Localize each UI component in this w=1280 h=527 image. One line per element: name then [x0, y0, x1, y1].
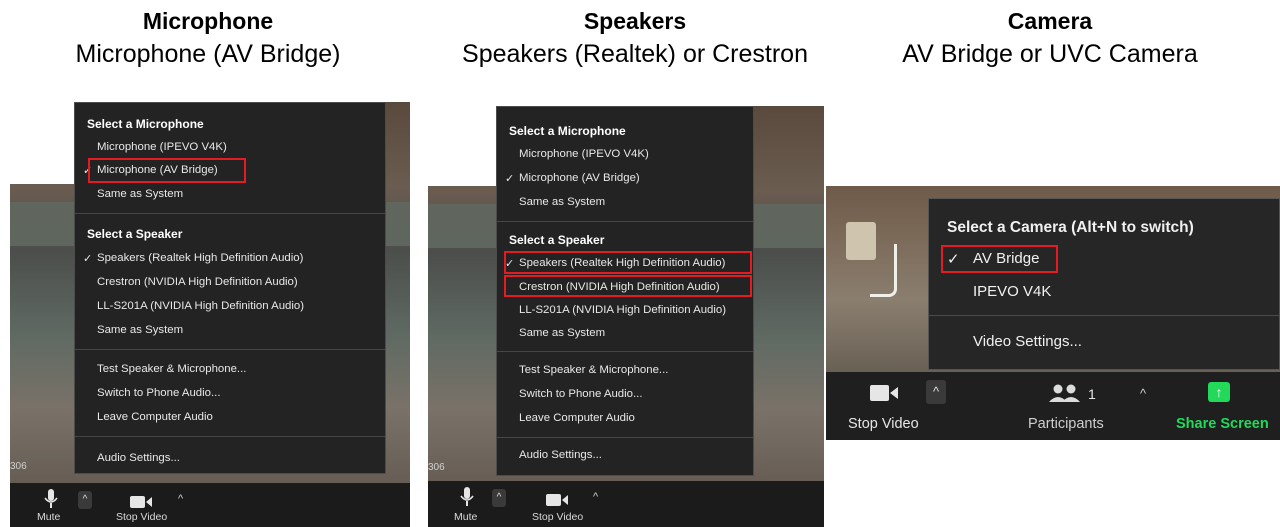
room-number: 306	[10, 461, 27, 472]
toolbar: ^ ^ Mute Stop Video	[428, 481, 824, 527]
speaker-item-llsr201a[interactable]: LL-S201A (NVIDIA High Definition Audio)	[97, 300, 304, 312]
column-subtitle: AV Bridge or UVC Camera	[902, 40, 1198, 68]
audio-settings[interactable]: Audio Settings...	[519, 449, 602, 461]
camera-toolbar: ^ Stop Video 1 ^ Participants ↑ Share Sc…	[826, 372, 1280, 440]
share-screen-icon[interactable]: ↑	[1208, 382, 1230, 402]
video-settings[interactable]: Video Settings...	[973, 333, 1082, 350]
video-caret-button[interactable]: ^	[593, 491, 598, 503]
test-speaker-mic[interactable]: Test Speaker & Microphone...	[97, 363, 246, 375]
toolbar: ^ ^ Mute Stop Video	[10, 483, 410, 527]
stop-video-label: Stop Video	[532, 511, 584, 523]
column-title: Microphone	[142, 8, 274, 34]
share-screen-label[interactable]: Share Screen	[1176, 416, 1269, 432]
mic-section-title: Select a Microphone	[509, 124, 626, 138]
mute-caret-button[interactable]: ^	[78, 491, 92, 509]
speaker-item-same-as-system[interactable]: Same as System	[97, 324, 183, 336]
mic-item-same-as-system[interactable]: Same as System	[519, 196, 605, 208]
speaker-item-realtek[interactable]: Speakers (Realtek High Definition Audio)	[97, 252, 303, 264]
mic-item-ipevo[interactable]: Microphone (IPEVO V4K)	[519, 148, 649, 160]
camera-menu: Select a Camera (Alt+N to switch) ✓ AV B…	[928, 198, 1280, 370]
speaker-section-title: Select a Speaker	[87, 227, 183, 241]
zoom-screenshot-speakers: 306 Select a Microphone Microphone (IPEV…	[428, 106, 824, 527]
mic-item-av-bridge[interactable]: Microphone (AV Bridge)	[519, 172, 640, 184]
participants-icon[interactable]	[1048, 384, 1082, 402]
outlet-cable	[870, 244, 897, 297]
audio-menu: Select a Microphone Microphone (IPEVO V4…	[496, 106, 754, 476]
column-title: Speakers	[583, 8, 687, 34]
participants-caret-button[interactable]: ^	[1140, 386, 1146, 401]
switch-phone-audio[interactable]: Switch to Phone Audio...	[519, 388, 642, 400]
leave-computer-audio[interactable]: Leave Computer Audio	[519, 412, 635, 424]
mute-caret-button[interactable]: ^	[492, 489, 506, 507]
speaker-item-llsr201a[interactable]: LL-S201A (NVIDIA High Definition Audio)	[519, 304, 726, 316]
video-caret-button[interactable]: ^	[178, 493, 183, 505]
highlight-box	[504, 275, 752, 297]
audio-settings[interactable]: Audio Settings...	[97, 452, 180, 464]
participants-label: Participants	[1028, 416, 1104, 432]
check-icon: ✓	[83, 253, 93, 265]
video-camera-icon[interactable]	[546, 493, 570, 507]
speakers-column: Speakers Speakers (Realtek) or Crestron …	[426, 0, 846, 527]
mic-section-title: Select a Microphone	[87, 117, 204, 131]
speaker-item-crestron[interactable]: Crestron (NVIDIA High Definition Audio)	[97, 276, 298, 288]
microphone-icon[interactable]	[44, 489, 58, 509]
column-title: Camera	[1007, 8, 1093, 34]
switch-phone-audio[interactable]: Switch to Phone Audio...	[97, 387, 220, 399]
camera-column: Camera AV Bridge or UVC Camera Select a …	[826, 0, 1280, 527]
mic-item-same-as-system[interactable]: Same as System	[97, 188, 183, 200]
mic-item-ipevo[interactable]: Microphone (IPEVO V4K)	[97, 141, 227, 153]
column-subtitle: Microphone (AV Bridge)	[75, 40, 341, 68]
zoom-screenshot-camera: Select a Camera (Alt+N to switch) ✓ AV B…	[826, 186, 1280, 440]
audio-menu: Select a Microphone Microphone (IPEVO V4…	[74, 102, 386, 474]
column-subtitle: Speakers (Realtek) or Crestron	[462, 40, 808, 68]
participants-count: 1	[1088, 386, 1096, 402]
microphone-column: Microphone Microphone (AV Bridge) 306 Se…	[0, 0, 420, 527]
highlight-box	[941, 245, 1058, 273]
room-number: 306	[428, 462, 445, 473]
mute-label: Mute	[37, 511, 61, 523]
highlight-box	[88, 158, 246, 183]
test-speaker-mic[interactable]: Test Speaker & Microphone...	[519, 364, 668, 376]
stop-video-label: Stop Video	[116, 511, 168, 523]
microphone-icon[interactable]	[460, 487, 474, 507]
leave-computer-audio[interactable]: Leave Computer Audio	[97, 411, 213, 423]
camera-menu-title: Select a Camera (Alt+N to switch)	[947, 219, 1194, 236]
highlight-box	[504, 251, 752, 274]
mute-label: Mute	[454, 511, 478, 523]
zoom-screenshot-microphone: 306 Select a Microphone Microphone (IPEV…	[10, 102, 410, 527]
check-icon: ✓	[505, 173, 515, 185]
camera-item-ipevo[interactable]: IPEVO V4K	[973, 283, 1051, 300]
speaker-section-title: Select a Speaker	[509, 233, 605, 247]
video-camera-icon[interactable]	[870, 384, 900, 402]
speaker-item-same-as-system[interactable]: Same as System	[519, 327, 605, 339]
video-caret-button[interactable]: ^	[926, 380, 946, 404]
video-camera-icon[interactable]	[130, 495, 154, 509]
stop-video-label: Stop Video	[848, 416, 919, 432]
